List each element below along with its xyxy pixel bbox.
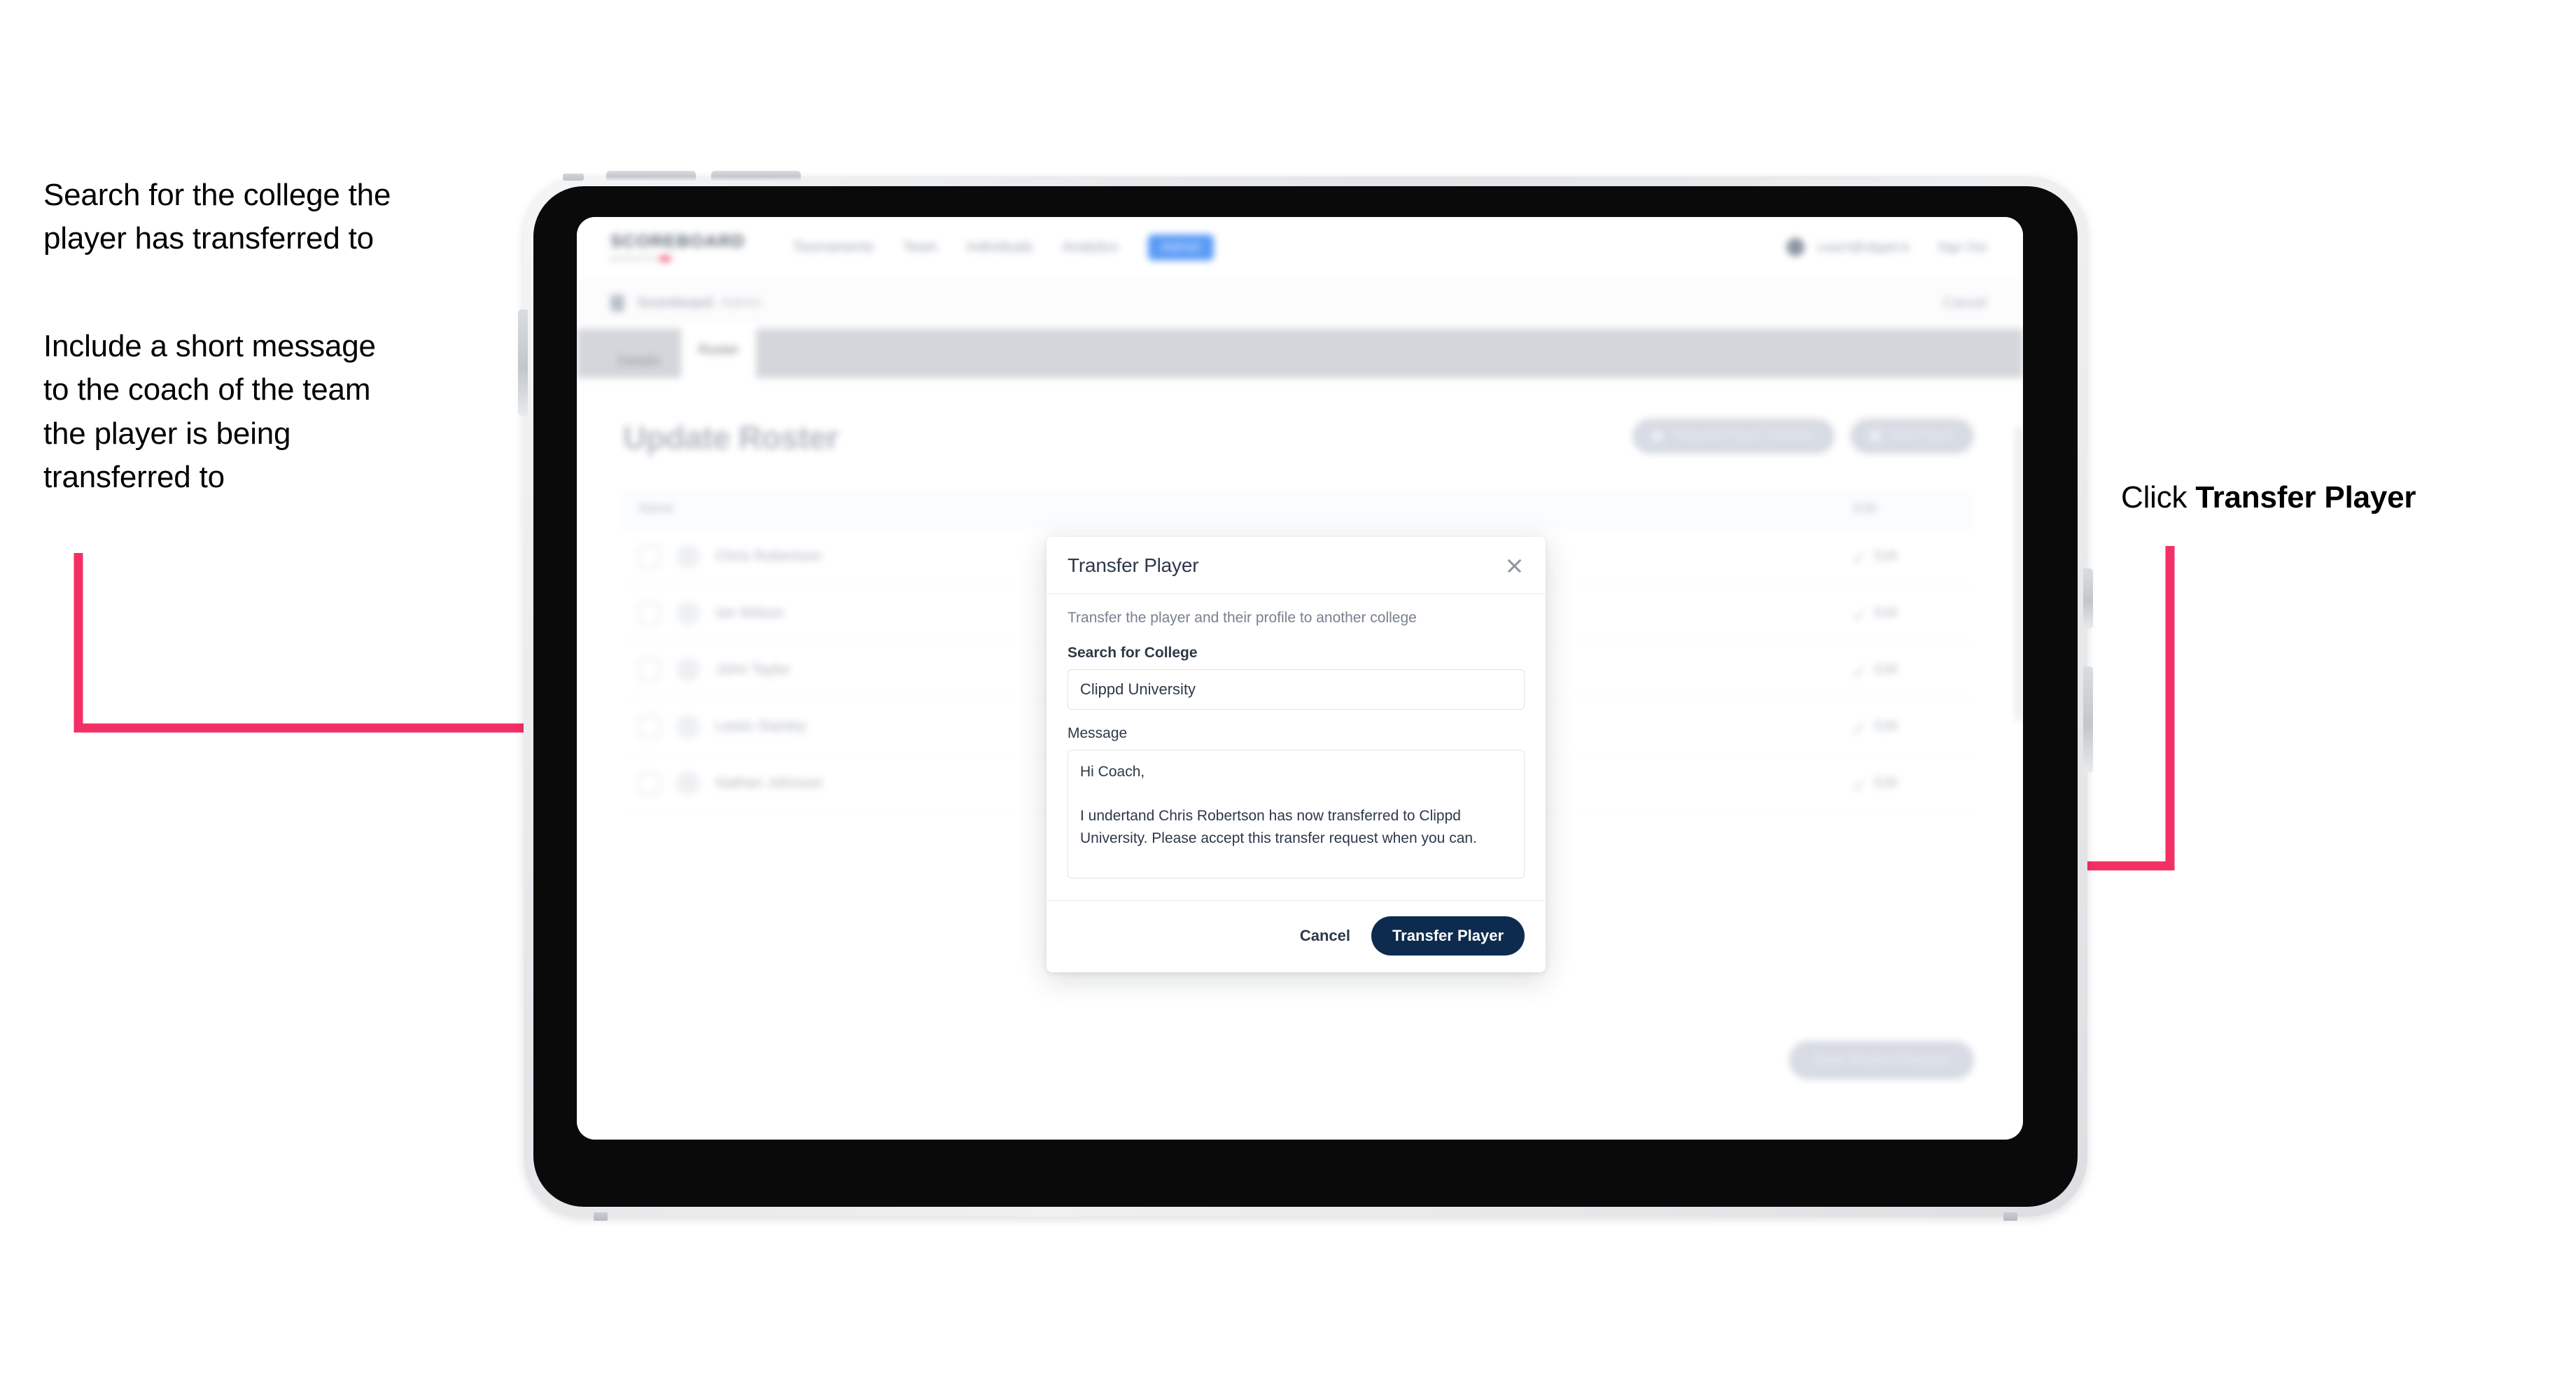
tablet-side-button-b[interactable] <box>2083 666 2093 773</box>
sign-out-button[interactable]: Sign Out <box>1938 240 1987 255</box>
pencil-icon <box>1854 550 1866 563</box>
tablet-foot-left <box>594 1212 608 1221</box>
avatar <box>676 771 700 795</box>
row-checkbox[interactable] <box>638 602 661 624</box>
tablet-power-button[interactable] <box>518 309 528 416</box>
nav-link-tournaments[interactable]: Tournaments <box>793 239 874 255</box>
dialog-title: Transfer Player <box>1068 554 1199 576</box>
avatar-icon[interactable] <box>1786 238 1805 256</box>
tab-roster[interactable]: Roster <box>681 322 757 378</box>
app-breadcrumb-bar: Scoreboard Admin Cancel <box>577 277 2023 330</box>
scoreboard-icon <box>610 295 624 312</box>
avatar <box>676 545 700 568</box>
row-edit-label: Edit <box>1875 662 1898 677</box>
row-checkbox[interactable] <box>638 545 661 568</box>
avatar <box>676 658 700 682</box>
breadcrumb-muted: Admin <box>720 295 762 311</box>
dialog-header: Transfer Player <box>1046 537 1546 594</box>
close-icon[interactable] <box>1504 555 1525 576</box>
transfer-player-button[interactable]: Transfer Player <box>1371 916 1525 955</box>
brand-name: SCOREBOARD <box>610 232 746 251</box>
app-brand-logo[interactable]: SCOREBOARD powered by <box>610 232 746 262</box>
pencil-icon <box>1854 720 1866 733</box>
pencil-icon <box>1854 607 1866 620</box>
column-header-edit: Edit <box>1854 501 1877 516</box>
nav-user-email: coach@clippd.io <box>1816 239 1910 254</box>
annotation-search-college: Search for the college the player has tr… <box>43 178 391 256</box>
row-checkbox[interactable] <box>638 715 661 738</box>
breadcrumb: Scoreboard Admin <box>637 295 762 312</box>
save-roster-bar: Save Roster Changes <box>1789 1041 1974 1079</box>
app-tab-strip: Details Roster <box>577 322 2023 378</box>
annotation-include-message: Include a short message to the coach of … <box>43 329 376 495</box>
tablet-volume-down-button[interactable] <box>711 171 801 181</box>
tablet-foot-right <box>2003 1212 2017 1221</box>
row-edit-button[interactable]: Edit <box>1854 549 1959 564</box>
row-edit-button[interactable]: Edit <box>1854 662 1959 678</box>
row-checkbox[interactable] <box>638 772 661 794</box>
avatar <box>676 715 700 738</box>
row-edit-label: Edit <box>1875 549 1898 564</box>
tablet-top-nub <box>563 174 584 181</box>
app-nav-right: coach@clippd.io Sign Out <box>1786 238 1987 256</box>
nav-link-individuals[interactable]: Individuals <box>967 239 1033 255</box>
nav-link-admin[interactable]: Admin <box>1147 234 1214 260</box>
request-player-transfer-button[interactable]: Request Player Transfer <box>1632 419 1835 454</box>
page-scrollbar[interactable] <box>2017 427 2022 721</box>
transfer-player-dialog: Transfer Player Transfer the player and … <box>1046 537 1546 972</box>
transfer-icon <box>1652 430 1664 442</box>
add-player-button[interactable]: Add Player <box>1850 419 1974 454</box>
tab-details[interactable]: Details <box>601 345 677 378</box>
pencil-icon <box>1854 777 1866 790</box>
row-edit-label: Edit <box>1875 776 1898 790</box>
row-edit-label: Edit <box>1875 606 1898 620</box>
annotation-click-prefix: Click <box>2121 480 2196 514</box>
column-header-name: Name <box>638 501 674 516</box>
search-college-input[interactable] <box>1068 669 1525 710</box>
tablet-screen: SCOREBOARD powered by Tournaments Team I… <box>577 217 2023 1140</box>
dialog-description: Transfer the player and their profile to… <box>1068 610 1417 626</box>
tablet-side-button-a[interactable] <box>2083 568 2093 629</box>
field-spacer <box>1068 710 1525 725</box>
plus-icon <box>1870 430 1882 442</box>
pencil-icon <box>1854 664 1866 676</box>
dialog-body: Transfer the player and their profile to… <box>1046 594 1546 900</box>
message-textarea[interactable] <box>1068 750 1525 878</box>
nav-link-team[interactable]: Team <box>903 239 937 255</box>
search-college-label: Search for College <box>1068 645 1198 661</box>
row-edit-button[interactable]: Edit <box>1854 606 1959 621</box>
row-edit-button[interactable]: Edit <box>1854 776 1959 791</box>
app-nav-links: Tournaments Team Individuals Analytics A… <box>793 234 1214 260</box>
request-player-transfer-label: Request Player Transfer <box>1672 428 1816 443</box>
brand-accent-mark <box>659 255 671 261</box>
breadcrumb-cancel-button[interactable]: Cancel <box>1943 295 1987 312</box>
breadcrumb-title: Scoreboard <box>637 295 713 311</box>
annotation-click-transfer: Click Transfer Player <box>2121 476 2555 519</box>
roster-table-header: Name Edit <box>623 490 1974 528</box>
row-edit-label: Edit <box>1875 719 1898 734</box>
nav-link-analytics[interactable]: Analytics <box>1063 239 1119 255</box>
annotation-click-target: Transfer Player <box>2195 480 2416 514</box>
app-top-navigation: SCOREBOARD powered by Tournaments Team I… <box>577 217 2023 278</box>
brand-tagline: powered by <box>610 254 746 262</box>
tablet-device-frame: SCOREBOARD powered by Tournaments Team I… <box>518 171 2093 1221</box>
row-edit-button[interactable]: Edit <box>1854 719 1959 734</box>
page-action-buttons: Request Player Transfer Add Player <box>1632 419 1974 454</box>
avatar <box>676 601 700 625</box>
brand-tagline-text: powered by <box>610 254 656 262</box>
cancel-button[interactable]: Cancel <box>1297 921 1353 951</box>
row-checkbox[interactable] <box>638 659 661 681</box>
dialog-footer: Cancel Transfer Player <box>1046 900 1546 972</box>
message-label: Message <box>1068 725 1128 741</box>
save-roster-changes-button[interactable]: Save Roster Changes <box>1789 1041 1974 1079</box>
page-title: Update Roster <box>623 419 839 456</box>
tablet-volume-up-button[interactable] <box>606 171 696 181</box>
add-player-label: Add Player <box>1889 428 1954 443</box>
